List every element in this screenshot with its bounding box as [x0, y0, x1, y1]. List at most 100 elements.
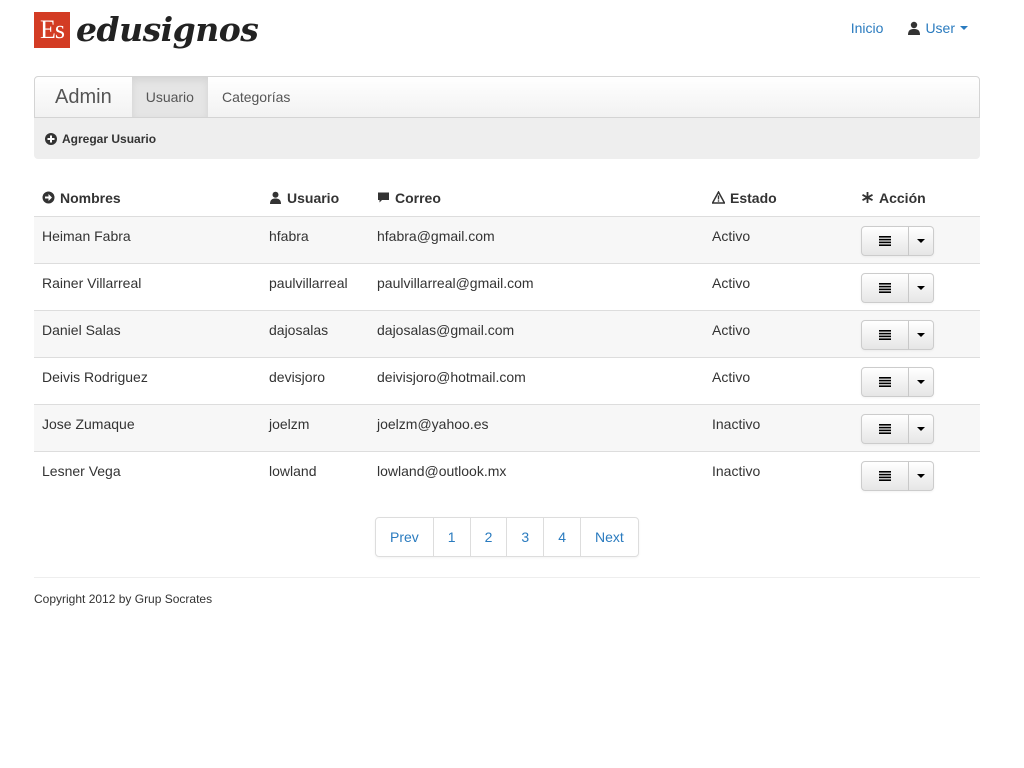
asterisk-icon	[862, 192, 873, 204]
cell-nombre: Deivis Rodriguez	[34, 356, 261, 404]
user-icon	[270, 192, 281, 205]
copyright-text: Copyright 2012 by Grup Socrates	[34, 592, 213, 606]
user-menu-label: User	[925, 20, 955, 36]
pagination: Prev 1 2 3 4 Next	[375, 517, 639, 557]
chevron-down-icon	[917, 285, 925, 290]
pagination-page-2[interactable]: 2	[469, 518, 507, 556]
list-icon	[879, 329, 891, 340]
list-icon	[879, 423, 891, 434]
list-icon	[879, 235, 891, 246]
cell-correo: joelzm@yahoo.es	[369, 403, 704, 451]
pagination-page-4[interactable]: 4	[543, 518, 580, 556]
cell-usuario: joelzm	[261, 403, 369, 451]
cell-correo: paulvillarreal@gmail.com	[369, 262, 704, 310]
action-dropdown-toggle[interactable]	[909, 366, 934, 397]
sub-toolbar: Agregar Usuario	[34, 118, 980, 159]
pagination-page-3[interactable]: 3	[506, 518, 543, 556]
action-button-group	[861, 366, 972, 397]
cell-usuario: dajosalas	[261, 309, 369, 357]
tab-categorias[interactable]: Categorías	[208, 77, 304, 117]
cell-nombre: Heiman Fabra	[34, 215, 261, 263]
action-button-group	[861, 272, 972, 303]
list-icon	[879, 470, 891, 481]
add-user-button[interactable]: Agregar Usuario	[45, 132, 156, 146]
admin-navbar: Admin Usuario Categorías	[34, 76, 980, 118]
cell-usuario: hfabra	[261, 215, 369, 263]
user-icon	[908, 21, 921, 35]
cell-accion	[853, 215, 980, 263]
pagination-next[interactable]: Next	[579, 518, 638, 556]
cell-estado: Activo	[704, 309, 853, 357]
list-icon	[879, 376, 891, 387]
logo[interactable]: Es edusignos	[34, 10, 259, 49]
chevron-down-icon	[917, 238, 925, 243]
pagination-prev[interactable]: Prev	[376, 518, 433, 556]
action-dropdown-toggle[interactable]	[909, 413, 934, 444]
add-user-label: Agregar Usuario	[62, 131, 157, 146]
cell-nombre: Rainer Villarreal	[34, 262, 261, 310]
users-table: Nombres Usuario Correo Estado Acción Hei…	[34, 180, 980, 498]
header-usuario: Usuario	[261, 180, 369, 217]
action-button-group	[861, 319, 972, 350]
cell-estado: Activo	[704, 262, 853, 310]
action-button-group	[861, 460, 972, 491]
cell-usuario: lowland	[261, 450, 369, 498]
cell-correo: hfabra@gmail.com	[369, 215, 704, 263]
cell-accion	[853, 356, 980, 404]
cell-correo: lowland@outlook.mx	[369, 450, 704, 498]
cell-estado: Activo	[704, 356, 853, 404]
table-body: Heiman Fabra hfabra hfabra@gmail.com Activo…	[34, 215, 980, 498]
action-button[interactable]	[861, 413, 909, 444]
top-nav: Inicio User	[851, 20, 968, 36]
cell-usuario: devisjoro	[261, 356, 369, 404]
plus-circle-icon	[45, 132, 57, 145]
chevron-down-icon	[917, 332, 925, 337]
logo-text: edusignos	[76, 10, 259, 49]
cell-estado: Inactivo	[704, 403, 853, 451]
table-row: Rainer Villarreal paulvillarreal paulvilla…	[34, 262, 980, 310]
cell-nombre: Daniel Salas	[34, 309, 261, 357]
chevron-down-icon	[960, 26, 968, 30]
cell-estado: Activo	[704, 215, 853, 263]
table-row: Lesner Vega lowland lowland@outlook.mx Inac…	[34, 450, 980, 498]
chevron-down-icon	[917, 473, 925, 478]
cell-nombre: Lesner Vega	[34, 450, 261, 498]
action-button-group	[861, 225, 972, 256]
action-button[interactable]	[861, 225, 909, 256]
table-header-row: Nombres Usuario Correo Estado Acción	[34, 180, 980, 217]
chevron-down-icon	[917, 379, 925, 384]
page-header: Es edusignos Inicio User	[34, 10, 980, 54]
action-button[interactable]	[861, 319, 909, 350]
tab-usuario[interactable]: Usuario	[131, 77, 208, 117]
cell-accion	[853, 450, 980, 498]
header-estado: Estado	[704, 180, 853, 217]
cell-accion	[853, 309, 980, 357]
table-row: Deivis Rodriguez devisjoro deivisjoro@hotm…	[34, 356, 980, 404]
warning-icon	[712, 191, 725, 204]
list-icon	[879, 282, 891, 293]
home-link[interactable]: Inicio	[851, 20, 884, 36]
action-dropdown-toggle[interactable]	[909, 460, 934, 491]
table-row: Heiman Fabra hfabra hfabra@gmail.com Activo	[34, 215, 980, 263]
chevron-down-icon	[917, 426, 925, 431]
action-dropdown-toggle[interactable]	[909, 272, 934, 303]
header-nombres: Nombres	[34, 180, 261, 217]
footer-divider	[34, 577, 980, 578]
cell-usuario: paulvillarreal	[261, 262, 369, 310]
action-dropdown-toggle[interactable]	[909, 225, 934, 256]
comment-icon	[378, 192, 389, 203]
action-button[interactable]	[861, 366, 909, 397]
navbar-brand[interactable]: Admin	[35, 77, 132, 117]
cell-nombre: Jose Zumaque	[34, 403, 261, 451]
action-button[interactable]	[861, 460, 909, 491]
cell-accion	[853, 403, 980, 451]
action-dropdown-toggle[interactable]	[909, 319, 934, 350]
user-menu[interactable]: User	[907, 20, 968, 36]
table-row: Jose Zumaque joelzm joelzm@yahoo.es Inactiv…	[34, 403, 980, 451]
pagination-page-1[interactable]: 1	[432, 518, 470, 556]
cell-estado: Inactivo	[704, 450, 853, 498]
header-accion: Acción	[853, 180, 980, 217]
action-button[interactable]	[861, 272, 909, 303]
cell-accion	[853, 262, 980, 310]
action-button-group	[861, 413, 972, 444]
